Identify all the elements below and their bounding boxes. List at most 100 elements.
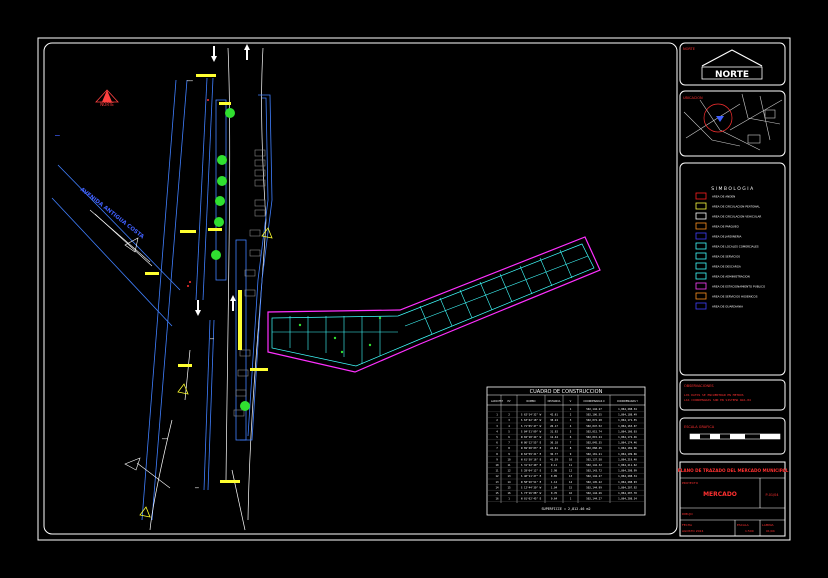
- svg-text:━━━: ━━━: [186, 79, 193, 83]
- table-cell: 10: [507, 457, 511, 461]
- table-cell: 1,864,219.40: [618, 457, 637, 461]
- table-header-cell: COORDENADAS Y: [617, 400, 639, 403]
- table-cell: 12.44: [550, 435, 558, 439]
- table-cell: 30.18: [550, 441, 558, 445]
- legend-label: AREA DE LOCALES COMERCIALES: [712, 245, 759, 249]
- table-footer: SUPERFICIE = 2,812.46 m2: [542, 507, 591, 511]
- table-cell: 38.24: [550, 418, 558, 422]
- legend-label: AREA DE SERVICIOS: [712, 255, 740, 259]
- table-cell: 42.61: [550, 413, 558, 417]
- table-cell: 14: [495, 485, 499, 489]
- table-cell: 12: [569, 469, 573, 473]
- table-cell: S 28°04'12" E: [521, 469, 542, 473]
- table-cell: N 61°30'16" E: [521, 457, 542, 461]
- table-cell: 13: [569, 474, 573, 478]
- table-header-cell: DISTANCIA: [548, 400, 561, 403]
- logo-panel-tag: NORTE: [683, 47, 695, 51]
- table-cell: 502,072.28: [586, 418, 602, 422]
- table-cell: 502,101.21: [586, 452, 602, 456]
- table-cell: S 62°14'32" W: [521, 413, 542, 417]
- table-cell: N 69°48'03" E: [521, 446, 542, 450]
- table-cell: 10: [569, 457, 573, 461]
- table-cell: 1.04: [551, 485, 558, 489]
- table-cell: 1,864,208.99: [618, 469, 637, 473]
- sheet-value: 01/04: [766, 529, 775, 533]
- table-cell: 502,144.27: [586, 407, 602, 411]
- table-cell: 1,864,208.34: [618, 474, 637, 478]
- table-cell: N 62°59'21" E: [521, 452, 542, 456]
- table-title: CUADRO DE CONSTRUCCION: [530, 389, 603, 395]
- legend-label: AREA DE ANDEN: [712, 195, 735, 199]
- table-cell: 1,864,207.70: [618, 491, 637, 495]
- table-cell: 15: [495, 491, 499, 495]
- table-cell: 0.85: [551, 474, 558, 478]
- table-cell: 14: [507, 480, 511, 484]
- table-cell: 502,144.27: [586, 474, 602, 478]
- legend-item: AREA DE CIRCULACION VEHICULAR: [695, 212, 761, 220]
- table-cell: 26.17: [550, 424, 558, 428]
- table-cell: 502,015.24: [586, 435, 602, 439]
- table-cell: 11: [495, 469, 499, 473]
- table-cell: 502,145.22: [586, 480, 602, 484]
- table-cell: S 84°31'09" W: [521, 429, 542, 433]
- table-cell: 10: [495, 463, 499, 467]
- table-cell: 1,864,188.49: [618, 413, 637, 417]
- table-cell: 1,864,172.46: [618, 435, 637, 439]
- table-cell: S 71°05'47" W: [521, 424, 542, 428]
- legend-label: AREA DE CIRCULACION PEATONAL: [712, 205, 760, 209]
- table-cell: 15: [507, 485, 511, 489]
- table-cell: 12: [495, 474, 499, 478]
- table-cell: 36.77: [550, 452, 558, 456]
- table-cell: 0.64: [551, 497, 558, 501]
- table-cell: 502,068.45: [586, 446, 602, 450]
- table-cell: 16: [507, 491, 511, 495]
- table-cell: 13: [507, 474, 511, 478]
- project-value: MERCADO: [703, 491, 737, 498]
- table-cell: 1,864,182.96: [618, 446, 637, 450]
- legend-label: AREA DE DESCARGA: [712, 265, 741, 269]
- scale-title: ESCALA GRAFICA: [684, 425, 715, 429]
- table-cell: N 58°20'51" E: [521, 480, 542, 484]
- cad-drawing-canvas[interactable]: AVENIDA ANTIGUA COSTA ━━ ━━━━━━ ━━━━ NOR…: [0, 0, 828, 578]
- table-cell: S 63°42'18" W: [521, 418, 542, 422]
- construction-table: CUADRO DE CONSTRUCCION LADO EST PV RUMBO DI…: [486, 386, 646, 516]
- date-value: AGOSTO 2024: [682, 529, 703, 533]
- north-arrow-label: NORTE: [100, 102, 114, 107]
- table-cell: 1,864,208.34: [618, 497, 637, 501]
- table-cell: 41.39: [550, 457, 558, 461]
- field-date-label: FECHA: [682, 523, 693, 527]
- project-title: PLANO DE TRAZADO DEL MERCADO MUNICIPAL: [678, 468, 789, 473]
- legend-item: AREA DE CIRCULACION PEATONAL: [695, 202, 760, 210]
- table-cell: 31.92: [550, 429, 558, 433]
- legend-label: AREA DE SERVICIOS HIGIENICOS: [712, 295, 758, 299]
- table-cell: S 40°11'27" E: [521, 474, 542, 478]
- table-cell: 1,864,208.34: [618, 407, 637, 411]
- table-cell: 502,047.52: [586, 424, 602, 428]
- table-cell: 2.98: [551, 469, 558, 473]
- table-cell: 15: [569, 485, 573, 489]
- svg-text:━━: ━━: [194, 486, 199, 490]
- table-cell: 502,045.35: [586, 441, 602, 445]
- table-header-cell: LADO EST: [491, 400, 504, 403]
- table-cell: 1,864,171.55: [618, 418, 637, 422]
- table-cell: 1,864,207.92: [618, 485, 637, 489]
- avenue-end-mark: ━━: [54, 133, 60, 138]
- table-cell: 502,144.99: [586, 485, 602, 489]
- table-cell: 24.61: [550, 446, 558, 450]
- table-cell: N 01°02'45" E: [521, 497, 542, 501]
- table-cell: 11: [507, 463, 511, 467]
- table-cell: 1,864,208.93: [618, 480, 637, 484]
- logo-text: NORTE: [715, 70, 749, 80]
- table-cell: 12: [507, 469, 511, 473]
- table-cell: 502,015.74: [586, 429, 602, 433]
- field-scale-label: ESCALA: [737, 523, 750, 527]
- table-cell: 1,864,174.46: [618, 441, 637, 445]
- field-sheet-label: LAMINA: [762, 523, 775, 527]
- table-cell: 502,143.72: [586, 469, 602, 473]
- table-cell: 502,106.55: [586, 413, 602, 417]
- table-header-cell: PV: [507, 400, 510, 403]
- table-cell: 1.12: [551, 480, 558, 484]
- legend-label: AREA DE CIRCULACION VEHICULAR: [712, 215, 761, 219]
- legend-label: AREA DE ESTACIONAMIENTO PUBLICO: [712, 285, 766, 289]
- table-cell: 0.76: [551, 491, 558, 495]
